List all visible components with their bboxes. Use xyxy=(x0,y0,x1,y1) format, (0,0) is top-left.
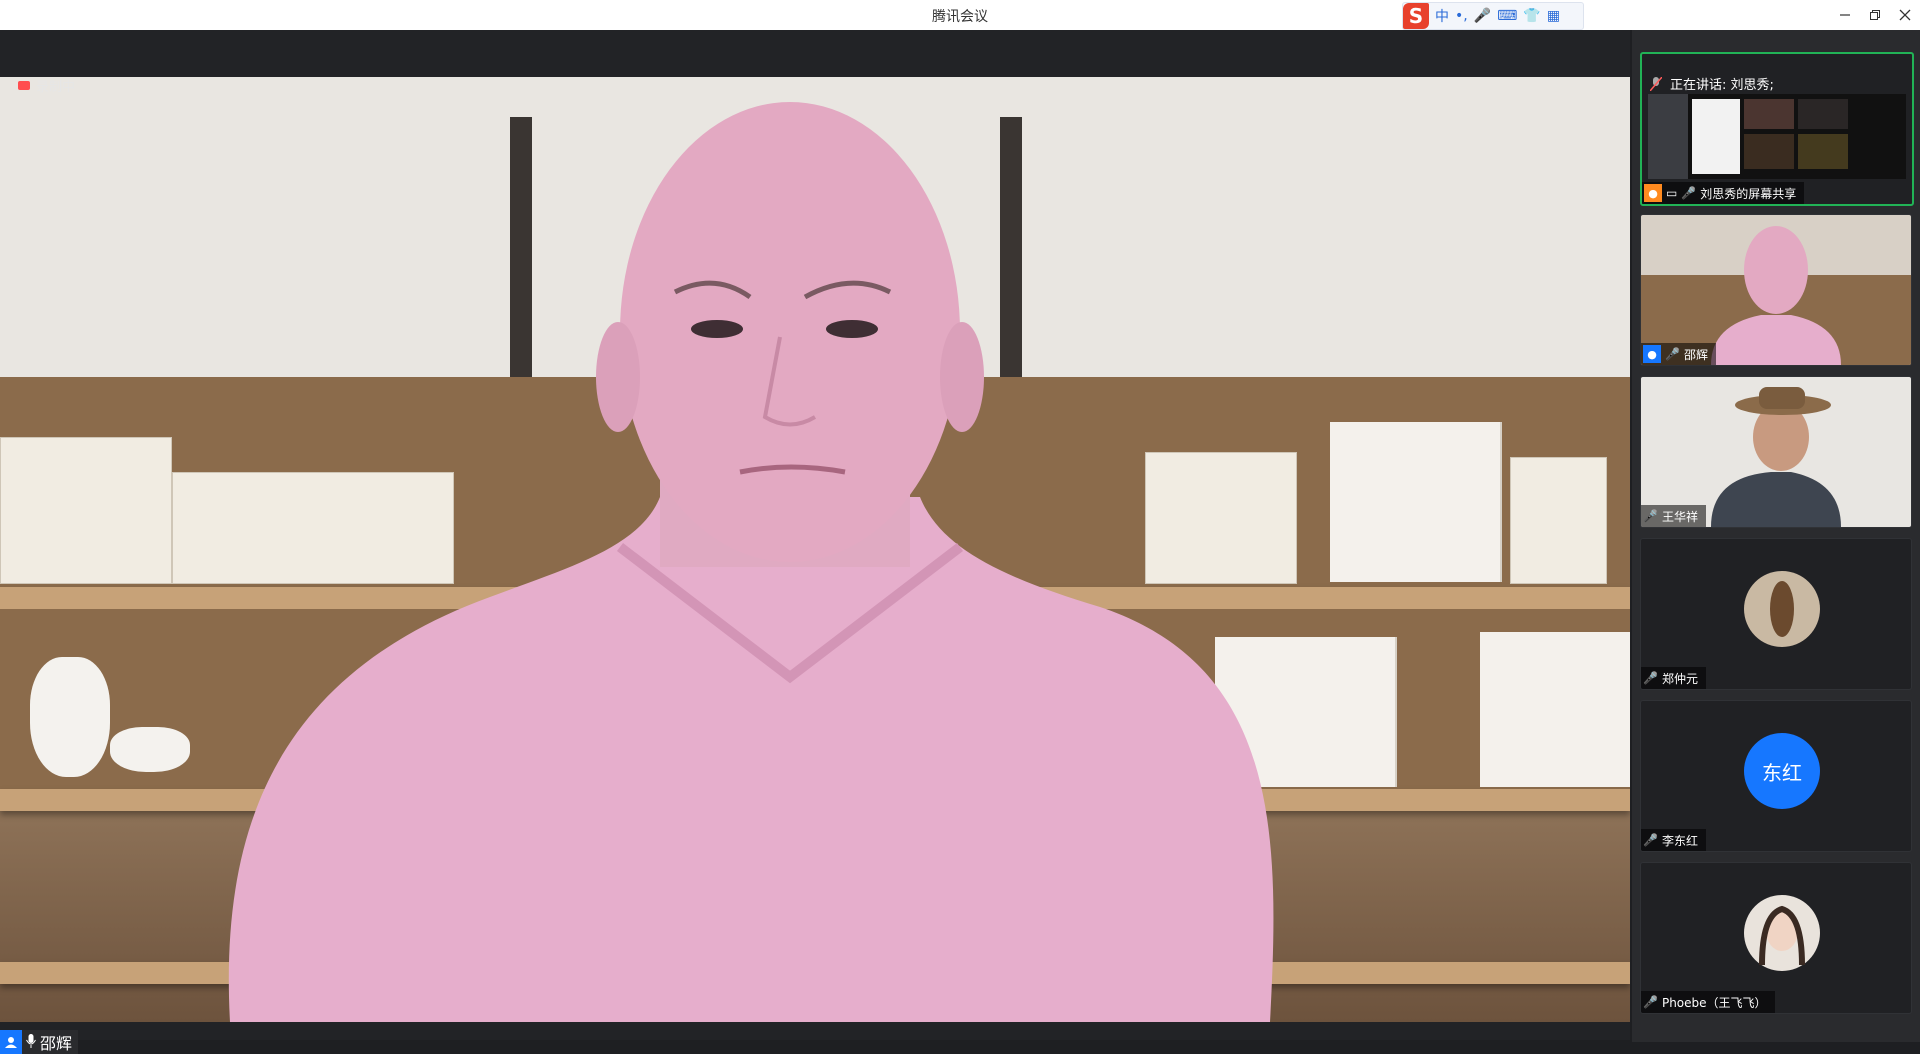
screenshare-icon: ▭ xyxy=(1666,186,1678,200)
mic-muted-icon: 🎤 xyxy=(1643,995,1658,1009)
restore-icon xyxy=(1870,10,1880,20)
user-icon xyxy=(0,1030,22,1054)
recording-icon xyxy=(18,81,30,90)
participant-tile[interactable]: 🎤 王华祥 xyxy=(1640,376,1912,528)
main-speaker-nametag: 邵辉 xyxy=(0,1030,79,1054)
speaking-text: 正在讲话: 刘思秀; xyxy=(1670,78,1774,93)
mic-muted-icon xyxy=(1650,76,1662,91)
window-controls xyxy=(1830,0,1920,30)
main-video[interactable] xyxy=(0,77,1630,1022)
mic-muted-icon: 🎤 xyxy=(1643,833,1658,847)
user-icon: ● xyxy=(1643,345,1661,363)
storage-box xyxy=(1510,457,1607,584)
avatar-text: 东红 xyxy=(1762,760,1802,785)
participant-label: 🎤 Phoebe（王飞飞） xyxy=(1641,991,1775,1013)
photo-avatar-image xyxy=(1759,905,1805,966)
main-speaker-name: 邵辉 xyxy=(40,1034,73,1053)
participant-label: ● 🎤 邵辉 xyxy=(1641,343,1716,365)
vase xyxy=(30,657,110,777)
ime-toolbar[interactable]: S 中 •, 🎤 ⌨ 👕 ▦ xyxy=(1402,2,1584,30)
microphone-icon xyxy=(26,1033,36,1052)
microphone-icon: 🎤 xyxy=(1643,509,1658,523)
close-button[interactable] xyxy=(1890,0,1920,30)
participant-name: Phoebe（王飞飞） xyxy=(1661,995,1767,1010)
participant-name: 李东红 xyxy=(1661,833,1698,848)
screenshare-thumbnail xyxy=(1648,94,1906,179)
avatar xyxy=(1744,895,1820,971)
avatar xyxy=(1744,571,1820,647)
user-icon: ● xyxy=(1644,184,1662,202)
participant-name: 王华祥 xyxy=(1661,509,1698,524)
sogou-logo-icon[interactable]: S xyxy=(1403,3,1429,29)
participant-name: 郑仲元 xyxy=(1661,671,1698,686)
main-stage: 录制中 邵辉 xyxy=(0,30,1630,1054)
participant-label: 🎤 李东红 xyxy=(1641,829,1706,851)
participant-video-person xyxy=(228,102,1274,1022)
recording-label: 录制中 xyxy=(36,80,76,95)
participant-tile[interactable]: 🎤 Phoebe（王飞飞） xyxy=(1640,862,1912,1014)
participant-label: 🎤 郑仲元 xyxy=(1641,667,1706,689)
ime-language-toggle[interactable]: 中 xyxy=(1435,6,1449,26)
title-bar: 腾讯会议 S 中 •, 🎤 ⌨ 👕 ▦ xyxy=(0,0,1920,30)
minimize-icon xyxy=(1840,14,1850,16)
participant-tile[interactable]: 东红 🎤 李东红 xyxy=(1640,700,1912,852)
ime-skin-icon[interactable]: 👕 xyxy=(1523,8,1540,24)
books xyxy=(1480,632,1630,787)
participant-name: 刘思秀的屏幕共享 xyxy=(1700,186,1797,201)
participant-tile[interactable]: 🎤 郑仲元 xyxy=(1640,538,1912,690)
ime-keyboard-icon[interactable]: ⌨ xyxy=(1497,8,1517,24)
restore-button[interactable] xyxy=(1860,0,1890,30)
participant-tile[interactable]: ● 🎤 邵辉 xyxy=(1640,214,1912,366)
participant-sidebar: 正在讲话: 刘思秀; ● ▭ 🎤 刘思秀的屏幕共享 ● 🎤 邵辉 🎤 王华祥 🎤… xyxy=(1632,30,1920,1042)
minimize-button[interactable] xyxy=(1830,0,1860,30)
participant-label: 🎤 王华祥 xyxy=(1641,505,1706,527)
mic-muted-icon: 🎤 xyxy=(1643,671,1658,685)
mask-avatar-image xyxy=(1770,581,1794,637)
participant-tile-screenshare[interactable]: 正在讲话: 刘思秀; ● ▭ 🎤 刘思秀的屏幕共享 xyxy=(1640,52,1914,206)
participant-name: 邵辉 xyxy=(1683,347,1708,362)
ime-mic-icon[interactable]: 🎤 xyxy=(1474,8,1491,24)
ime-menu-icon[interactable]: ▦ xyxy=(1547,8,1560,24)
speaking-indicator: 正在讲话: 刘思秀; xyxy=(1650,74,1774,93)
window-title: 腾讯会议 xyxy=(932,9,988,25)
participant-label: ● ▭ 🎤 刘思秀的屏幕共享 xyxy=(1642,182,1805,204)
close-icon xyxy=(1899,9,1911,21)
ime-punctuation-toggle[interactable]: •, xyxy=(1455,8,1468,24)
avatar: 东红 xyxy=(1744,733,1820,809)
books xyxy=(1330,422,1502,582)
recording-indicator: 录制中 xyxy=(18,76,75,95)
microphone-icon: 🎤 xyxy=(1665,347,1680,361)
microphone-icon: 🎤 xyxy=(1681,186,1697,200)
